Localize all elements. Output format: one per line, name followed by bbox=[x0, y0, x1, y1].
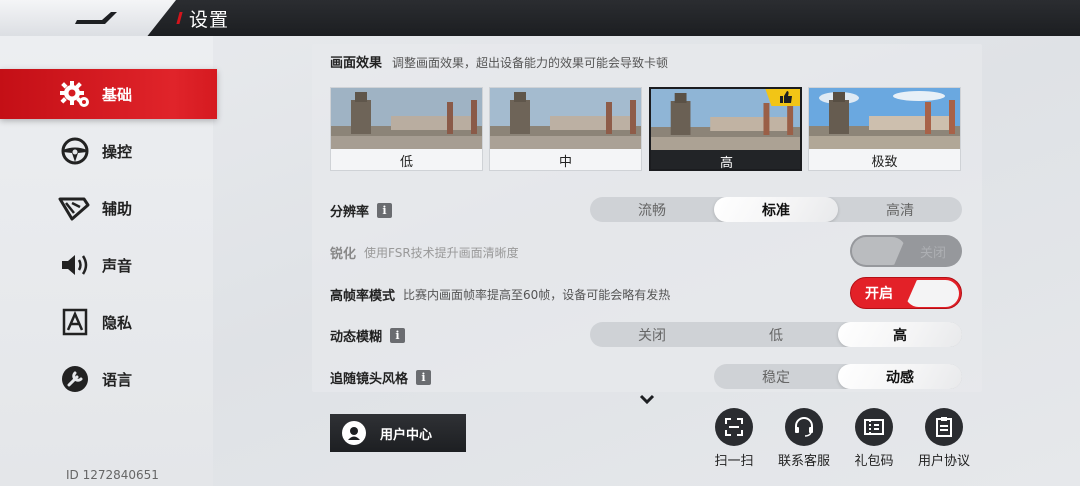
contact-support-button[interactable]: 联系客服 bbox=[772, 408, 836, 469]
resolution-selector: 流畅 标准 高清 bbox=[590, 197, 962, 222]
sharpen-label: 锐化 bbox=[330, 247, 357, 262]
title-mark bbox=[176, 12, 183, 24]
sidebar-item-label: 隐私 bbox=[102, 313, 133, 332]
scene-preview-image bbox=[490, 88, 641, 149]
high-fps-toggle[interactable]: 开启 bbox=[850, 277, 962, 309]
graphics-desc: 调整画面效果，超出设备能力的效果可能会导致卡顿 bbox=[392, 56, 669, 70]
high-fps-row: 高帧率模式 比赛内画面帧率提高至60帧，设备可能会略有发热 bbox=[330, 285, 670, 304]
sidebar-item-sound[interactable]: 声音 bbox=[0, 240, 217, 290]
scan-icon bbox=[715, 408, 753, 446]
page-title: 设置 bbox=[189, 8, 230, 31]
action-label: 用户协议 bbox=[917, 454, 970, 469]
user-center-label: 用户中心 bbox=[380, 427, 433, 443]
user-profile-icon bbox=[342, 421, 366, 445]
back-button[interactable] bbox=[64, 4, 128, 32]
sidebar-item-label: 语言 bbox=[102, 370, 133, 389]
back-arrow-icon bbox=[75, 12, 117, 24]
scene-preview-image bbox=[331, 88, 482, 149]
toggle-knob bbox=[852, 237, 906, 265]
motion-blur-option-high[interactable]: 高 bbox=[838, 322, 962, 347]
gear-icon bbox=[58, 77, 92, 111]
graphics-title: 画面效果 bbox=[330, 56, 383, 71]
camera-style-option-dynamic[interactable]: 动感 bbox=[838, 364, 962, 389]
title-area: 设置 bbox=[176, 0, 230, 36]
sidebar-item-label: 操控 bbox=[102, 142, 133, 161]
recommended-badge bbox=[765, 89, 800, 106]
camera-style-selector: 稳定 动感 bbox=[714, 364, 962, 389]
sidebar-item-privacy[interactable]: 隐私 bbox=[0, 297, 217, 347]
sharpen-row: 锐化 使用FSR技术提升画面清晰度 bbox=[330, 243, 519, 262]
user-id: ID 1272840651 bbox=[66, 468, 159, 482]
sidebar-item-label: 声音 bbox=[102, 256, 133, 275]
thumbs-up-icon bbox=[780, 91, 792, 103]
quality-card-medium[interactable]: 中 bbox=[489, 87, 642, 171]
resolution-option-standard[interactable]: 标准 bbox=[714, 197, 838, 222]
scene-preview-image bbox=[809, 88, 960, 149]
sidebar-item-language[interactable]: 语言 bbox=[0, 354, 217, 404]
motion-blur-selector: 关闭 低 高 bbox=[590, 322, 962, 347]
quality-card-label: 极致 bbox=[809, 149, 960, 170]
headset-icon bbox=[785, 408, 823, 446]
resolution-option-smooth[interactable]: 流畅 bbox=[590, 197, 714, 222]
info-icon[interactable]: i bbox=[377, 203, 393, 218]
user-center-button[interactable]: 用户中心 bbox=[330, 414, 466, 452]
wrench-icon bbox=[58, 362, 92, 396]
camera-style-option-stable[interactable]: 稳定 bbox=[714, 364, 838, 389]
graphics-header: 画面效果 调整画面效果，超出设备能力的效果可能会导致卡顿 bbox=[330, 52, 668, 71]
camera-style-label: 追随镜头风格 bbox=[330, 372, 409, 387]
motion-blur-label: 动态模糊 bbox=[330, 330, 383, 345]
document-icon bbox=[925, 408, 963, 446]
sidebar-item-basic[interactable]: 基础 bbox=[0, 69, 217, 119]
privacy-icon bbox=[58, 305, 92, 339]
scan-button[interactable]: 扫一扫 bbox=[702, 408, 766, 469]
motion-blur-option-off[interactable]: 关闭 bbox=[590, 322, 714, 347]
action-label: 联系客服 bbox=[777, 454, 830, 469]
sidebar-item-label: 辅助 bbox=[102, 199, 133, 218]
user-agreement-button[interactable]: 用户协议 bbox=[912, 408, 976, 469]
gift-code-icon bbox=[855, 408, 893, 446]
sharpen-toggle[interactable]: 关闭 bbox=[850, 235, 962, 267]
toggle-state-label: 开启 bbox=[865, 286, 893, 302]
action-label: 扫一扫 bbox=[714, 454, 754, 469]
chevron-down-icon[interactable] bbox=[639, 394, 655, 404]
steering-wheel-icon bbox=[58, 134, 92, 168]
sidebar-item-label: 基础 bbox=[102, 85, 133, 104]
quality-card-label: 中 bbox=[490, 149, 641, 170]
info-icon[interactable]: i bbox=[416, 370, 432, 385]
resolution-row: 分辨率 i bbox=[330, 201, 393, 220]
camera-style-row: 追随镜头风格 i bbox=[330, 368, 432, 387]
gift-code-button[interactable]: 礼包码 bbox=[842, 408, 906, 469]
high-fps-desc: 比赛内画面帧率提高至60帧，设备可能会略有发热 bbox=[403, 288, 671, 302]
quality-card-low[interactable]: 低 bbox=[330, 87, 483, 171]
info-icon[interactable]: i bbox=[390, 328, 406, 343]
quality-card-high[interactable]: 高 bbox=[649, 87, 802, 171]
sidebar-item-controls[interactable]: 操控 bbox=[0, 126, 217, 176]
sidebar: 基础 操控 辅助 声音 隐私 语言 ID 1272840651 bbox=[0, 36, 217, 486]
resolution-option-hd[interactable]: 高清 bbox=[838, 197, 962, 222]
quality-card-label: 高 bbox=[651, 150, 800, 169]
action-label: 礼包码 bbox=[854, 454, 894, 469]
motion-blur-row: 动态模糊 i bbox=[330, 326, 406, 345]
sharpen-desc: 使用FSR技术提升画面清晰度 bbox=[364, 246, 519, 260]
resolution-label: 分辨率 bbox=[330, 205, 370, 220]
speaker-icon bbox=[58, 248, 92, 282]
toggle-knob bbox=[905, 280, 959, 307]
quality-card-ultra[interactable]: 极致 bbox=[808, 87, 961, 171]
motion-blur-option-low[interactable]: 低 bbox=[714, 322, 838, 347]
sidebar-item-assist[interactable]: 辅助 bbox=[0, 183, 217, 233]
high-fps-label: 高帧率模式 bbox=[330, 289, 396, 304]
assist-icon bbox=[58, 191, 92, 225]
toggle-state-label: 关闭 bbox=[919, 245, 946, 261]
quality-card-label: 低 bbox=[331, 149, 482, 170]
